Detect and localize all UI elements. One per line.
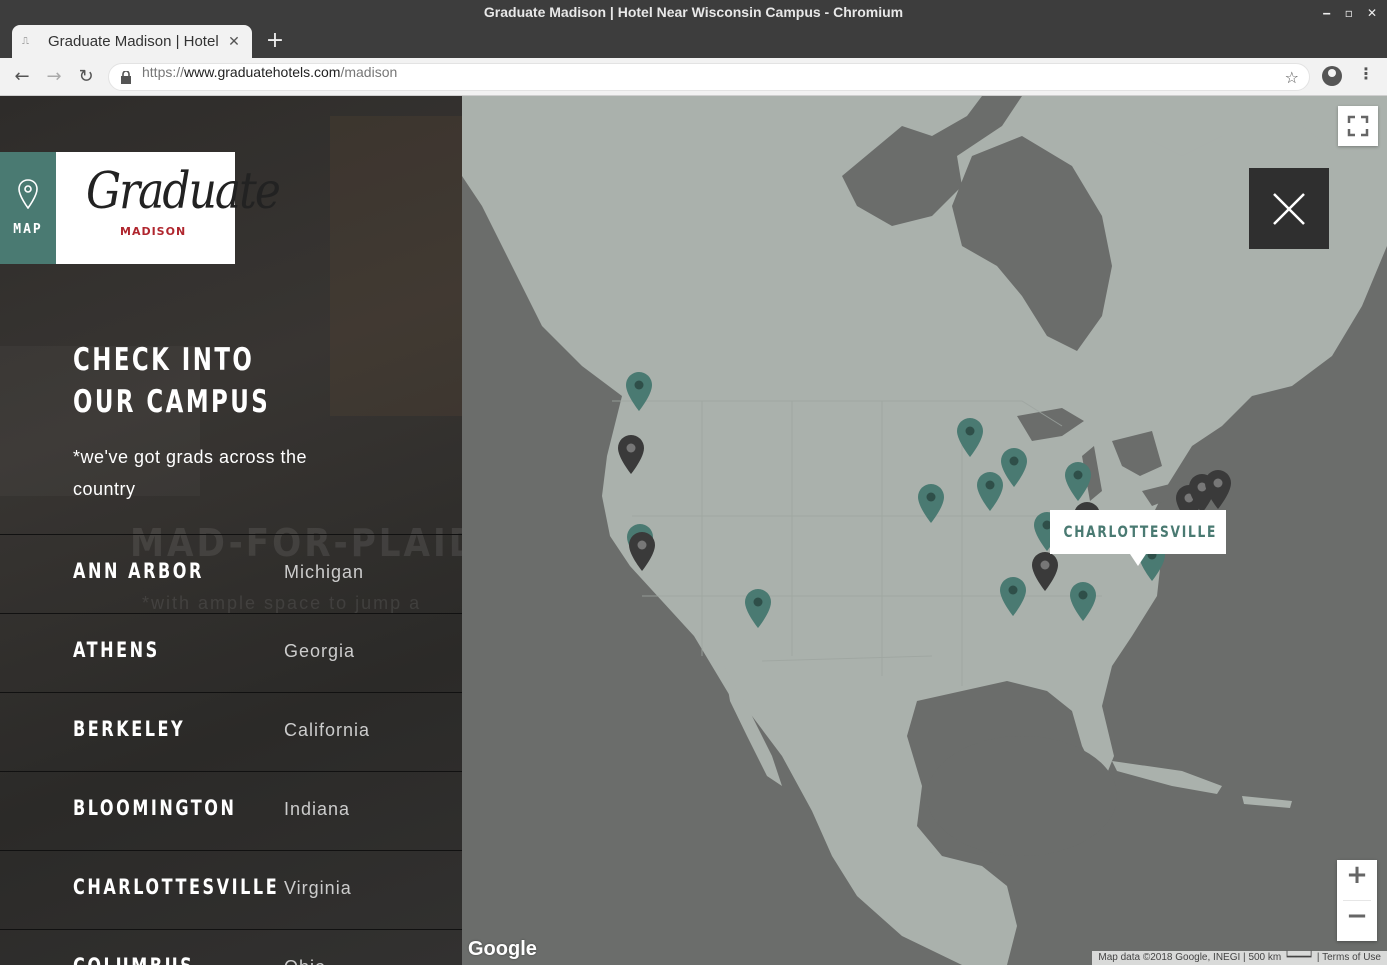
account-icon[interactable] bbox=[1322, 66, 1342, 86]
scale-label[interactable]: 500 km bbox=[1248, 952, 1281, 963]
map-toggle-label: MAP bbox=[13, 222, 43, 237]
graduate-logo[interactable]: Graduate MADISON bbox=[56, 152, 281, 264]
campus-item[interactable]: ATHENS Georgia bbox=[0, 613, 462, 692]
campus-state: Georgia bbox=[284, 641, 356, 661]
page: MAD-FOR-PLAID D *with ample space to jum… bbox=[0, 96, 1387, 965]
tab-close-icon[interactable]: ✕ bbox=[226, 33, 242, 50]
background-photo-detail bbox=[330, 116, 462, 416]
tab-strip: ⎍ Graduate Madison | Hotel ✕ + bbox=[0, 25, 1387, 58]
fullscreen-icon bbox=[1347, 115, 1369, 137]
tab-title: Graduate Madison | Hotel bbox=[48, 33, 219, 50]
back-icon[interactable]: ← bbox=[10, 65, 34, 89]
terms-link[interactable]: Terms of Use bbox=[1322, 952, 1381, 963]
campus-name: CHARLOTTESVILLE bbox=[73, 875, 280, 899]
maximize-icon[interactable]: ▫ bbox=[1345, 6, 1353, 20]
kebab-menu-icon[interactable]: ⋮ bbox=[1358, 64, 1374, 83]
campus-state: Indiana bbox=[284, 799, 351, 819]
close-map-button[interactable] bbox=[1249, 168, 1329, 249]
url-text: https://www.graduatehotels.com/madison bbox=[142, 64, 398, 80]
map-pin-icon bbox=[18, 179, 38, 209]
zoom-in-button[interactable]: + bbox=[1337, 860, 1377, 900]
browser-toolbar: ← → ↻ https://www.graduatehotels.com/mad… bbox=[0, 58, 1387, 96]
campus-item[interactable]: BLOOMINGTON Indiana bbox=[0, 771, 462, 850]
zoom-out-button[interactable]: − bbox=[1337, 901, 1377, 941]
campus-item[interactable]: ANN ARBOR Michigan bbox=[0, 534, 462, 613]
reload-icon[interactable]: ↻ bbox=[74, 65, 98, 89]
lock-icon bbox=[121, 71, 131, 84]
campus-name: BERKELEY bbox=[73, 717, 186, 741]
logo-city-text: MADISON bbox=[120, 225, 187, 238]
attribution-text: Map data ©2018 Google, INEGI bbox=[1098, 952, 1241, 963]
favicon-icon: ⎍ bbox=[22, 35, 29, 47]
sidebar-panel: MAD-FOR-PLAID D *with ample space to jum… bbox=[0, 96, 462, 965]
logo-script-text: Graduate bbox=[86, 162, 281, 221]
map-panel[interactable]: CHARLOTTESVILLE + − Google Map data ©201… bbox=[462, 96, 1387, 965]
campus-heading: CHECK INTO OUR CAMPUS bbox=[73, 342, 271, 420]
forward-icon[interactable]: → bbox=[42, 65, 66, 89]
gulf-of-mexico bbox=[927, 736, 1117, 856]
campus-state: Ohio bbox=[284, 957, 326, 965]
campus-state: Michigan bbox=[284, 562, 365, 582]
browser-tab[interactable]: ⎍ Graduate Madison | Hotel ✕ bbox=[12, 25, 252, 58]
campus-list: ANN ARBOR Michigan ATHENS Georgia BERKELEY… bbox=[0, 534, 462, 965]
campus-item[interactable]: COLUMBUS Ohio bbox=[0, 929, 462, 965]
google-logo: Google bbox=[468, 938, 537, 960]
map-attribution: Map data ©2018 Google, INEGI | 500 km ┕━… bbox=[1092, 951, 1387, 965]
campus-subheading: *we've got grads across the country bbox=[73, 447, 308, 499]
fullscreen-button[interactable] bbox=[1338, 106, 1378, 146]
window-titlebar: Graduate Madison | Hotel Near Wisconsin … bbox=[0, 0, 1387, 25]
campus-name: ANN ARBOR bbox=[73, 559, 204, 583]
map-pin-dark[interactable] bbox=[1205, 470, 1231, 509]
address-bar[interactable]: https://www.graduatehotels.com/madison ☆ bbox=[108, 63, 1310, 91]
campus-state: California bbox=[284, 720, 371, 740]
campus-name: BLOOMINGTON bbox=[73, 796, 237, 820]
map-toggle-button[interactable]: MAP bbox=[0, 152, 56, 264]
campus-name: COLUMBUS bbox=[73, 954, 194, 965]
new-tab-button[interactable]: + bbox=[264, 29, 286, 53]
campus-name: ATHENS bbox=[73, 638, 160, 662]
zoom-controls: + − bbox=[1337, 860, 1377, 941]
window-title: Graduate Madison | Hotel Near Wisconsin … bbox=[483, 4, 904, 20]
campus-state: Virginia bbox=[284, 878, 352, 898]
caribbean-islands bbox=[1112, 761, 1292, 808]
bookmark-star-icon[interactable]: ☆ bbox=[1285, 68, 1299, 87]
close-window-icon[interactable]: ✕ bbox=[1367, 6, 1377, 20]
minimize-icon[interactable]: ‒ bbox=[1322, 6, 1330, 20]
campus-item[interactable]: BERKELEY California bbox=[0, 692, 462, 771]
window-controls: ‒ ▫ ✕ bbox=[1322, 0, 1377, 25]
close-icon bbox=[1273, 193, 1305, 225]
campus-item[interactable]: CHARLOTTESVILLE Virginia bbox=[0, 850, 462, 929]
location-tooltip[interactable]: CHARLOTTESVILLE bbox=[1050, 510, 1226, 566]
